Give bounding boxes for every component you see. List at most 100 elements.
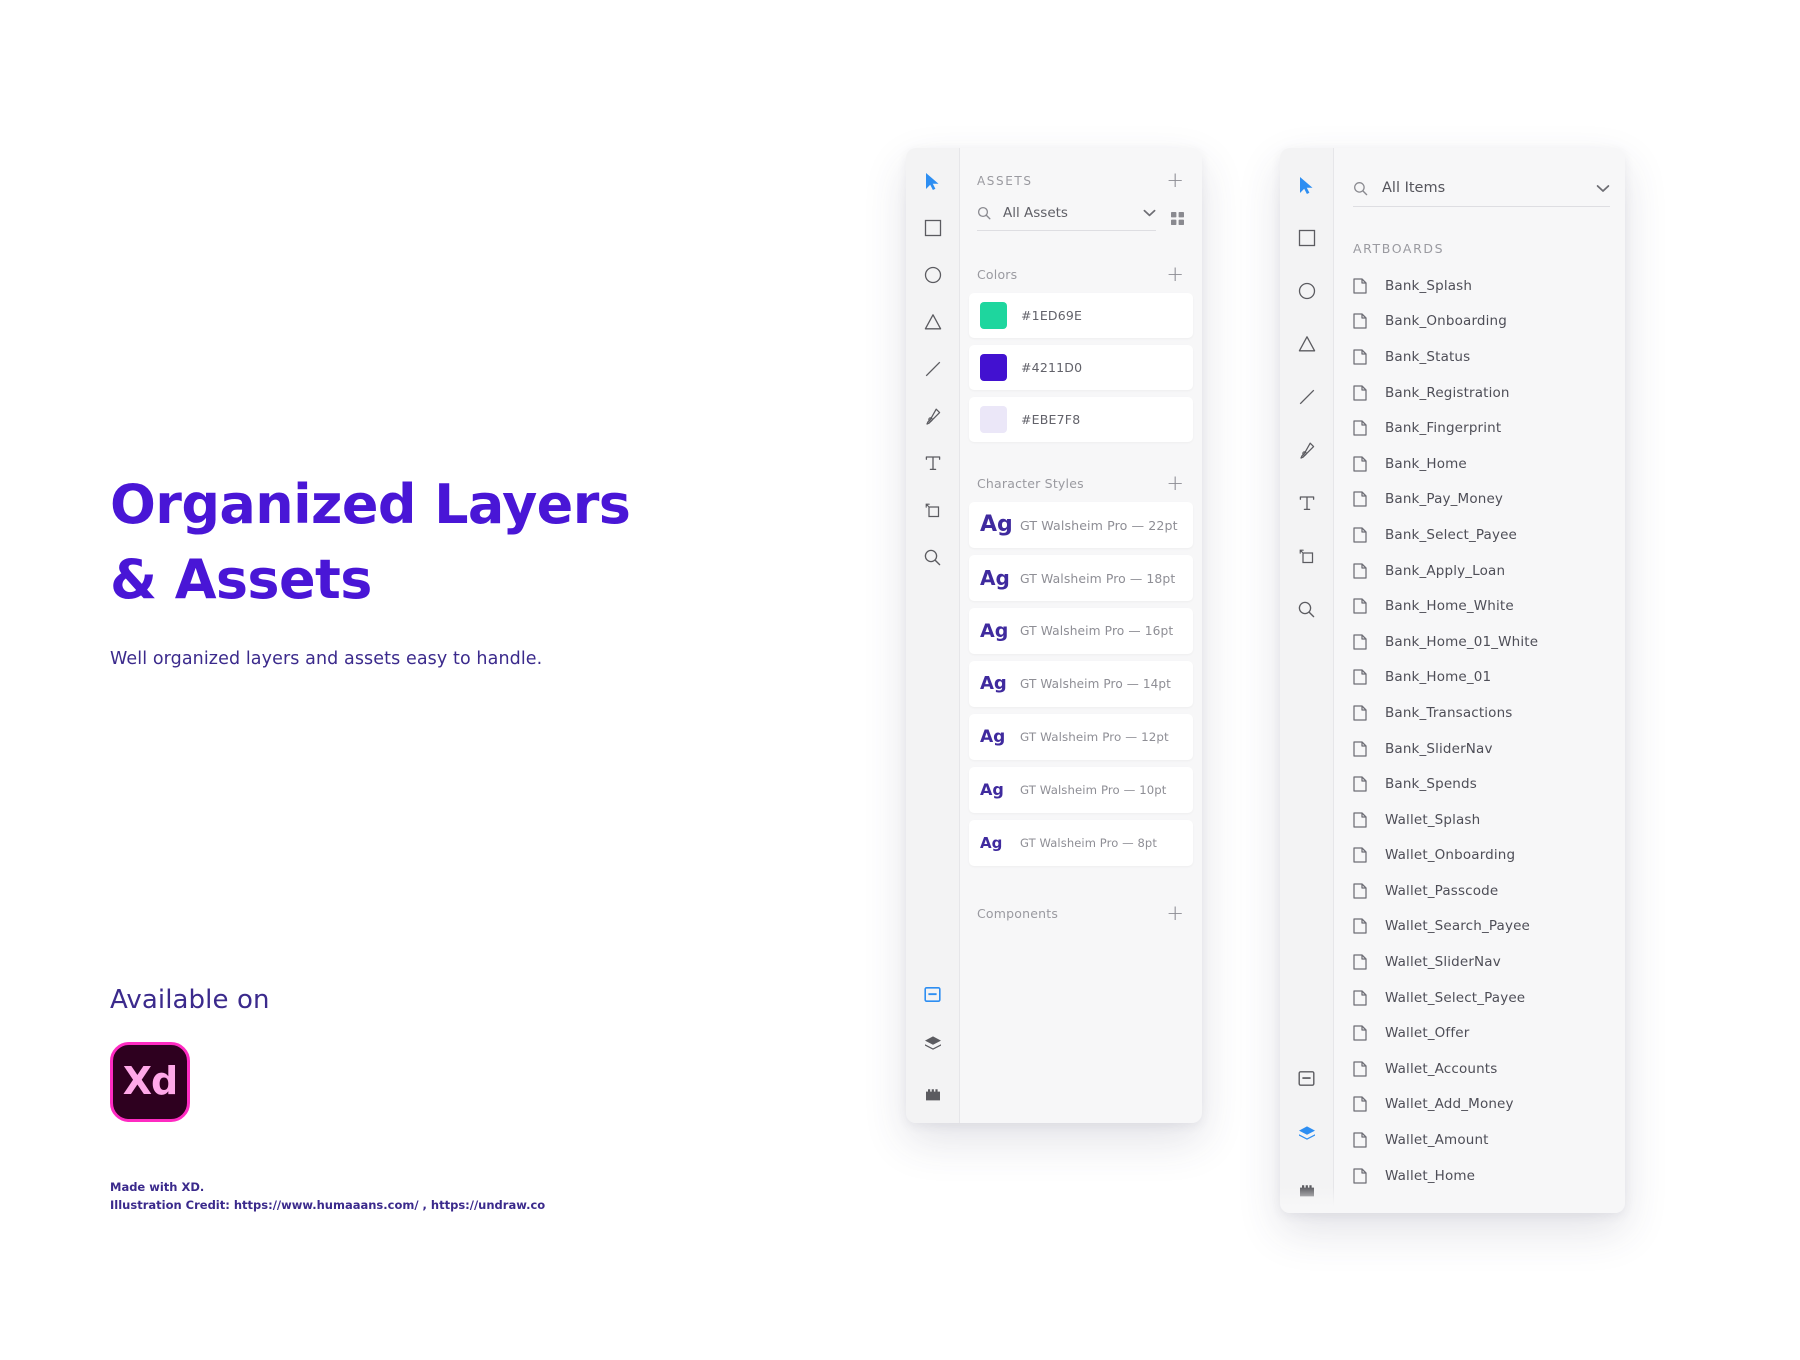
assets-panel-toolbar — [906, 148, 960, 1123]
character-style-row[interactable]: Ag GT Walsheim Pro — 16pt — [969, 608, 1193, 654]
colors-list: #1ED69E #4211D0 #EBE7F8 — [960, 293, 1202, 449]
artboard-name-label: Bank_Home_White — [1385, 598, 1514, 614]
artboard-list-item[interactable]: Wallet_Accounts — [1353, 1051, 1625, 1087]
document-icon — [1353, 1168, 1367, 1184]
character-styles-list: AgGT Walsheim Pro — 22ptAgGT Walsheim Pr… — [960, 502, 1202, 873]
plugins-tab[interactable] — [1292, 1175, 1322, 1205]
artboard-list-item[interactable]: Wallet_Onboarding — [1353, 838, 1625, 874]
artboard-list-item[interactable]: Bank_Spends — [1353, 766, 1625, 802]
character-style-sample: Ag — [980, 568, 1010, 588]
chevron-down-icon[interactable] — [1596, 184, 1610, 193]
artboard-list-item[interactable]: Wallet_Amount — [1353, 1122, 1625, 1158]
artboard-list-item[interactable]: Bank_Select_Payee — [1353, 517, 1625, 553]
document-icon — [1353, 1025, 1367, 1041]
rectangle-tool[interactable] — [1292, 223, 1322, 253]
document-icon — [1353, 1061, 1367, 1077]
artboard-list-item[interactable]: Bank_Transactions — [1353, 695, 1625, 731]
ellipse-tool[interactable] — [918, 260, 948, 290]
line-tool[interactable] — [918, 354, 948, 384]
layers-search-row[interactable]: All Items — [1353, 180, 1610, 207]
plugins-tab[interactable] — [918, 1079, 948, 1109]
artboard-list-item[interactable]: Wallet_Add_Money — [1353, 1087, 1625, 1123]
document-icon — [1353, 847, 1367, 863]
artboard-list-item[interactable]: Bank_Onboarding — [1353, 304, 1625, 340]
assets-panel-bottom-tabs — [906, 979, 959, 1109]
artboard-list-item[interactable]: Bank_SliderNav — [1353, 731, 1625, 767]
ellipse-tool[interactable] — [1292, 276, 1322, 306]
artboard-list-item[interactable]: Bank_Home — [1353, 446, 1625, 482]
document-icon — [1353, 598, 1367, 614]
zoom-tool[interactable] — [1292, 594, 1322, 624]
assets-search-value: All Assets — [1003, 205, 1143, 221]
assets-header-title: ASSETS — [977, 174, 1033, 188]
artboard-list-item[interactable]: Wallet_Splash — [1353, 802, 1625, 838]
character-style-sample: Ag — [980, 729, 1010, 746]
select-tool[interactable] — [918, 166, 948, 196]
text-tool[interactable] — [918, 448, 948, 478]
artboard-list-item[interactable]: Bank_Status — [1353, 339, 1625, 375]
document-icon — [1353, 420, 1367, 436]
select-tool[interactable] — [1292, 170, 1322, 200]
pen-tool[interactable] — [918, 401, 948, 431]
line-tool[interactable] — [1292, 382, 1322, 412]
add-color-button[interactable]: + — [1166, 264, 1184, 285]
artboard-tool[interactable] — [1292, 541, 1322, 571]
components-section-title: Components — [977, 906, 1058, 921]
artboard-list-item[interactable]: Bank_Home_01_White — [1353, 624, 1625, 660]
assets-panel-body: ASSETS + All Assets — [960, 148, 1202, 1123]
rectangle-tool[interactable] — [918, 213, 948, 243]
color-asset-row[interactable]: #4211D0 — [969, 345, 1193, 390]
artboard-name-label: Bank_Splash — [1385, 278, 1472, 294]
artboard-list-item[interactable]: Wallet_Passcode — [1353, 873, 1625, 909]
pen-tool[interactable] — [1292, 435, 1322, 465]
add-asset-button[interactable]: + — [1166, 170, 1184, 191]
color-hex-label: #1ED69E — [1021, 308, 1082, 323]
artboard-list-item[interactable]: Bank_Fingerprint — [1353, 410, 1625, 446]
document-icon — [1353, 812, 1367, 828]
zoom-tool[interactable] — [918, 542, 948, 572]
layers-panel-bottom-tabs — [1280, 1063, 1333, 1205]
artboard-list-item[interactable]: Wallet_Home — [1353, 1158, 1625, 1194]
chevron-down-icon[interactable] — [1143, 209, 1156, 217]
artboard-list-item[interactable]: Bank_Home_01 — [1353, 660, 1625, 696]
artboard-list-item[interactable]: Bank_Registration — [1353, 375, 1625, 411]
document-icon — [1353, 883, 1367, 899]
artboard-name-label: Bank_Registration — [1385, 385, 1510, 401]
polygon-tool[interactable] — [918, 307, 948, 337]
add-component-button[interactable]: + — [1166, 903, 1184, 924]
artboard-name-label: Bank_Home_01 — [1385, 669, 1491, 685]
character-style-row[interactable]: AgGT Walsheim Pro — 14pt — [969, 661, 1193, 707]
artboard-list-item[interactable]: Bank_Home_White — [1353, 588, 1625, 624]
artboard-list-item[interactable]: Bank_Splash — [1353, 268, 1625, 304]
assets-tab[interactable] — [918, 1029, 948, 1059]
assets-search-row[interactable]: All Assets — [977, 205, 1185, 240]
artboard-name-label: Bank_Transactions — [1385, 705, 1512, 721]
artboard-list-item[interactable]: Wallet_Offer — [1353, 1015, 1625, 1051]
color-asset-row[interactable]: #1ED69E — [969, 293, 1193, 338]
layers-tab[interactable] — [1292, 1063, 1322, 1093]
assets-tab[interactable] — [1292, 1119, 1322, 1149]
artboard-list-item[interactable]: Bank_Apply_Loan — [1353, 553, 1625, 589]
artboard-tool[interactable] — [918, 495, 948, 525]
color-asset-row[interactable]: #EBE7F8 — [969, 397, 1193, 442]
character-style-label: GT Walsheim Pro — 10pt — [1020, 783, 1166, 797]
adobe-xd-logo: Xd — [110, 1042, 190, 1122]
character-style-row[interactable]: AgGT Walsheim Pro — 8pt — [969, 820, 1193, 866]
artboard-list-item[interactable]: Bank_Pay_Money — [1353, 482, 1625, 518]
grid-view-icon[interactable] — [1170, 211, 1185, 226]
character-style-row[interactable]: AgGT Walsheim Pro — 22pt — [969, 502, 1193, 548]
artboard-list-item[interactable]: Wallet_Select_Payee — [1353, 980, 1625, 1016]
character-style-row[interactable]: AgGT Walsheim Pro — 12pt — [969, 714, 1193, 760]
layers-tab[interactable] — [918, 979, 948, 1009]
artboard-name-label: Bank_Home_01_White — [1385, 634, 1538, 650]
character-style-row[interactable]: AgGT Walsheim Pro — 10pt — [969, 767, 1193, 813]
artboard-list-item[interactable]: Wallet_SliderNav — [1353, 944, 1625, 980]
text-tool[interactable] — [1292, 488, 1322, 518]
character-style-label: GT Walsheim Pro — 16pt — [1020, 624, 1173, 638]
polygon-tool[interactable] — [1292, 329, 1322, 359]
character-style-sample: Ag — [980, 622, 1010, 641]
artboard-list-item[interactable]: Wallet_Search_Payee — [1353, 909, 1625, 945]
add-character-style-button[interactable]: + — [1166, 473, 1184, 494]
artboard-name-label: Wallet_Offer — [1385, 1025, 1469, 1041]
character-style-row[interactable]: AgGT Walsheim Pro — 18pt — [969, 555, 1193, 601]
